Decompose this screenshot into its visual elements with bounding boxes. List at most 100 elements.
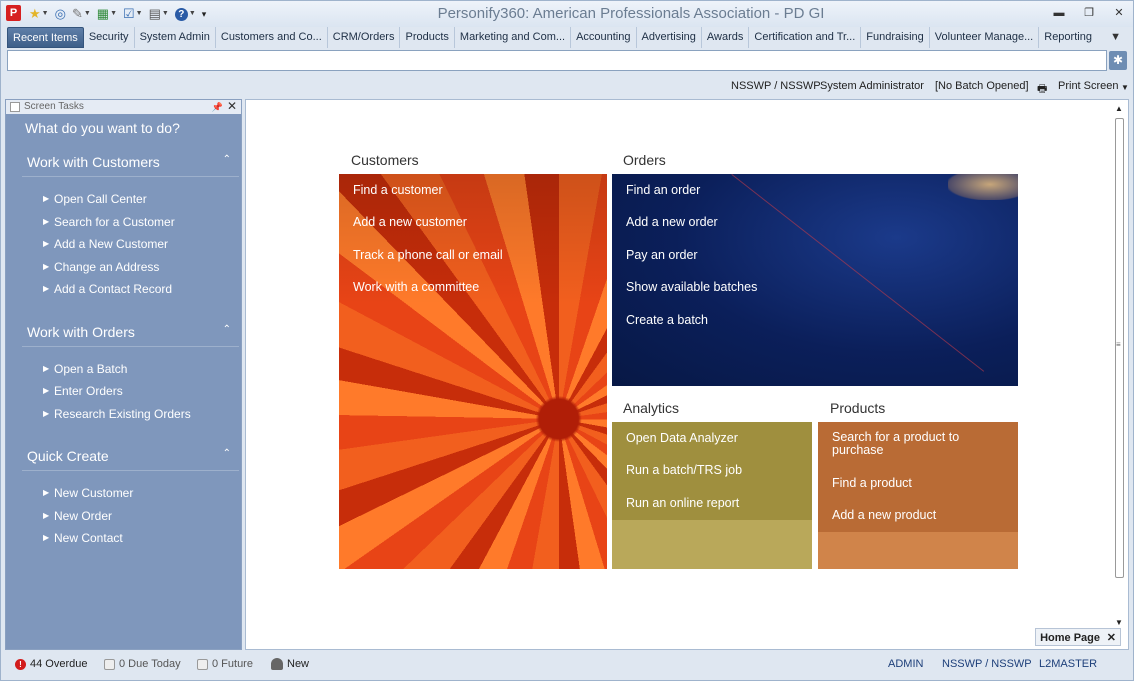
restore-icon[interactable]: ❐ xyxy=(1081,6,1097,20)
tab-products[interactable]: Products xyxy=(400,27,455,48)
orders-tile-line xyxy=(731,174,985,372)
tab-security[interactable]: Security xyxy=(84,27,135,48)
add-product-link[interactable]: Add a new product xyxy=(832,508,936,522)
search-product-link[interactable]: Search for a product to purchase xyxy=(832,431,982,457)
orders-tile: Find an order Add a new order Pay an ord… xyxy=(612,174,1018,386)
tab-advertising[interactable]: Advertising xyxy=(637,27,702,48)
open-data-analyzer-link[interactable]: Open Data Analyzer xyxy=(626,431,738,445)
globe-icon[interactable]: ◎ xyxy=(53,5,68,23)
org-status-label: NSSWP / NSSWP xyxy=(942,658,1032,670)
task-link[interactable]: ▶ Add a Contact Record xyxy=(6,281,241,304)
star-icon[interactable]: ★ ▼ xyxy=(27,5,51,23)
module-tab-bar: Recent Items Security System Admin Custo… xyxy=(7,27,1131,48)
run-batch-link[interactable]: Run a batch/TRS job xyxy=(626,463,742,477)
tools-icon[interactable]: ✎ ▼ xyxy=(70,5,93,23)
task-link[interactable]: ▶ Open a Batch xyxy=(6,361,241,384)
document-icon[interactable]: ▤ ▼ xyxy=(147,5,171,23)
pay-order-link[interactable]: Pay an order xyxy=(626,248,698,262)
tab-reporting[interactable]: Reporting xyxy=(1039,27,1097,48)
add-order-link[interactable]: Add a new order xyxy=(626,215,718,229)
overdue-indicator[interactable]: ! 44 Overdue xyxy=(15,658,87,670)
app-logo-icon[interactable]: P xyxy=(6,5,21,21)
tab-certification[interactable]: Certification and Tr... xyxy=(749,27,862,48)
tab-awards[interactable]: Awards xyxy=(702,27,750,48)
task-link[interactable]: ▶ Search for a Customer xyxy=(6,214,241,237)
create-batch-link[interactable]: Create a batch xyxy=(626,313,708,327)
add-customer-link[interactable]: Add a new customer xyxy=(353,215,467,229)
group-quick-create: Quick Create ⌃ ▶ New Customer ▶ New Order ▶… xyxy=(6,442,241,561)
calendar-icon xyxy=(197,658,208,670)
arrow-right-icon: ▶ xyxy=(43,488,50,497)
settings-icon[interactable]: ✱ xyxy=(1109,51,1127,70)
scroll-up-icon[interactable]: ▲ xyxy=(1115,104,1123,113)
analytics-tile: Open Data Analyzer Run a batch/TRS job R… xyxy=(612,422,812,569)
customize-icon[interactable]: ▾ xyxy=(200,5,209,23)
arrow-right-icon: ▶ xyxy=(43,239,50,248)
tab-customers[interactable]: Customers and Co... xyxy=(216,27,328,48)
new-activity-button[interactable]: New xyxy=(271,658,309,670)
what-do-you-want-heading: What do you want to do? xyxy=(25,120,180,136)
chart-icon[interactable]: ▦ ▼ xyxy=(95,5,119,23)
tab-fundraising[interactable]: Fundraising xyxy=(861,27,930,48)
committee-link[interactable]: Work with a committee xyxy=(353,280,479,294)
close-icon[interactable]: ✕ xyxy=(1107,629,1116,647)
chevron-down-icon[interactable]: ▼ xyxy=(1121,83,1129,92)
group-header[interactable]: Work with Customers ⌃ xyxy=(22,148,239,177)
find-order-link[interactable]: Find an order xyxy=(626,183,700,197)
close-icon[interactable]: ✕ xyxy=(227,99,237,113)
group-work-with-orders: Work with Orders ⌃ ▶ Open a Batch ▶ Enter O… xyxy=(6,318,241,437)
find-product-link[interactable]: Find a product xyxy=(832,476,912,490)
task-link[interactable]: ▶ New Contact xyxy=(6,530,241,553)
task-link[interactable]: ▶ New Order xyxy=(6,508,241,531)
home-page-tab[interactable]: Home Page ✕ xyxy=(1035,628,1121,646)
close-icon[interactable]: ✕ xyxy=(1111,6,1127,20)
run-report-link[interactable]: Run an online report xyxy=(626,496,739,510)
arrow-right-icon: ▶ xyxy=(43,533,50,542)
section-title-analytics: Analytics xyxy=(623,400,680,416)
find-customer-link[interactable]: Find a customer xyxy=(353,183,443,197)
task-link[interactable]: ▶ New Customer xyxy=(6,485,241,508)
due-today-indicator[interactable]: 0 Due Today xyxy=(104,658,181,670)
task-link[interactable]: ▶ Research Existing Orders xyxy=(6,406,241,429)
help-icon[interactable]: ? ▼ xyxy=(173,5,198,23)
quick-access-toolbar: ★ ▼ ◎ ✎ ▼ ▦ ▼ ☑ ▼ ▤ ▼ ? ▼ ▾ xyxy=(27,5,208,23)
vertical-scrollbar[interactable]: ▲ ≡ ▼ xyxy=(1112,102,1127,627)
home-page-content: Customers Orders Analytics Products Find… xyxy=(245,99,1129,650)
track-call-link[interactable]: Track a phone call or email xyxy=(353,248,503,262)
title-bar: P ★ ▼ ◎ ✎ ▼ ▦ ▼ ☑ ▼ ▤ ▼ ? ▼ ▾ Personify360: Am… xyxy=(1,1,1133,27)
task-link[interactable]: ▶ Enter Orders xyxy=(6,383,241,406)
arrow-right-icon: ▶ xyxy=(43,261,50,271)
panel-icon xyxy=(10,102,20,112)
print-screen-button[interactable]: Print Screen xyxy=(1058,80,1119,92)
database-label: L2MASTER xyxy=(1039,658,1098,670)
tab-system-admin[interactable]: System Admin xyxy=(135,27,216,48)
tab-recent-items[interactable]: Recent Items xyxy=(7,27,84,48)
orders-tile-cloud xyxy=(948,174,1018,200)
group-header[interactable]: Quick Create ⌃ xyxy=(22,442,239,471)
minimize-icon[interactable]: ▬ xyxy=(1051,6,1067,20)
future-indicator[interactable]: 0 Future xyxy=(197,658,253,670)
group-title: Work with Customers xyxy=(27,154,160,170)
collapse-icon[interactable]: ⌃ xyxy=(223,448,231,459)
section-title-products: Products xyxy=(830,400,886,416)
task-link[interactable]: ▶ Change an Address xyxy=(6,259,241,282)
panel-header: Screen Tasks 📌 ✕ xyxy=(6,99,241,114)
show-batches-link[interactable]: Show available batches xyxy=(626,280,757,294)
collapse-icon[interactable]: ⌃ xyxy=(223,154,231,165)
section-title-orders: Orders xyxy=(623,152,666,168)
collapse-icon[interactable]: ⌃ xyxy=(223,324,231,335)
chevron-down-icon[interactable]: ▼ xyxy=(1110,31,1121,43)
tab-accounting[interactable]: Accounting xyxy=(571,27,637,48)
tab-crm-orders[interactable]: CRM/Orders xyxy=(328,27,401,48)
tab-marketing[interactable]: Marketing and Com... xyxy=(455,27,572,48)
task-link[interactable]: ▶ Add a New Customer xyxy=(6,236,241,259)
batch-label: [No Batch Opened] xyxy=(935,80,1029,92)
scroll-down-icon[interactable]: ▼ xyxy=(1115,618,1123,627)
printer-icon[interactable]: 🖶 xyxy=(1037,80,1047,99)
tab-volunteer[interactable]: Volunteer Manage... xyxy=(930,27,1040,48)
checklist-icon[interactable]: ☑ ▼ xyxy=(121,5,145,23)
command-input[interactable] xyxy=(7,50,1107,71)
group-header[interactable]: Work with Orders ⌃ xyxy=(22,318,239,347)
pin-icon[interactable]: 📌 xyxy=(212,100,223,114)
task-link[interactable]: ▶ Open Call Center xyxy=(6,191,241,214)
